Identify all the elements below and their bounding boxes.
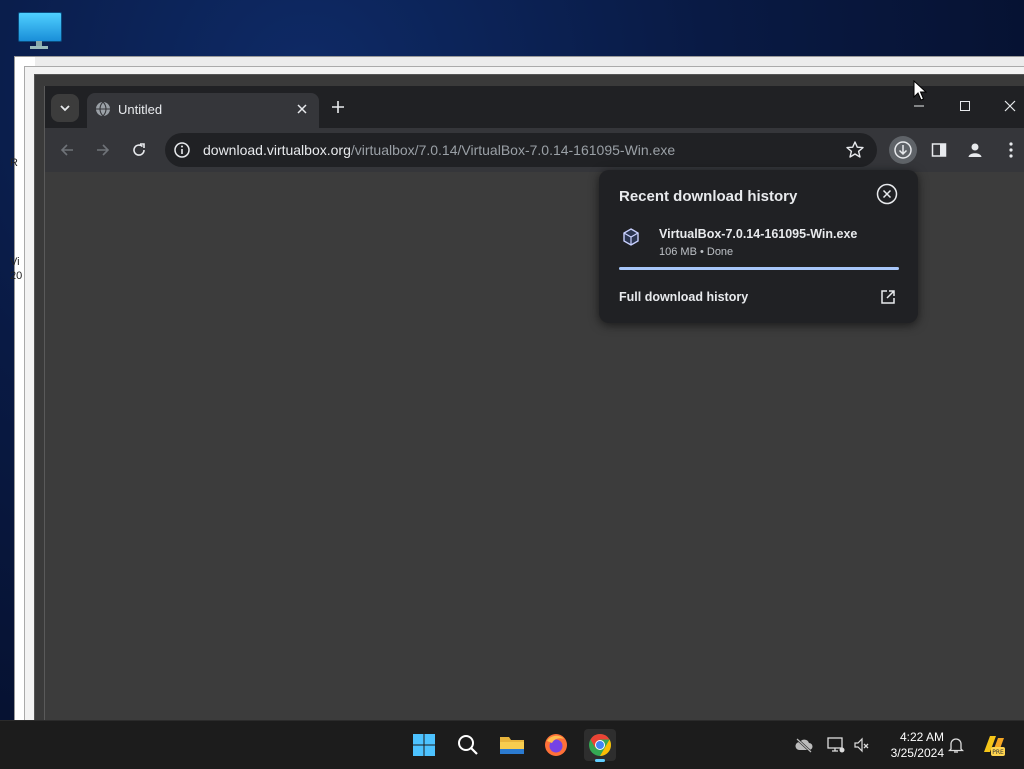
full-download-history-link[interactable]: Full download history (619, 290, 748, 304)
background-text-fragment: R (10, 157, 18, 169)
maximize-icon (960, 101, 970, 111)
virtualbox-file-icon (623, 228, 639, 246)
new-tab-button[interactable] (327, 96, 349, 118)
active-app-indicator (595, 759, 605, 762)
folder-icon (500, 737, 524, 754)
download-progress-bar (619, 267, 899, 270)
close-bubble-icon[interactable] (876, 183, 898, 205)
chrome-button[interactable] (584, 729, 616, 762)
reload-icon (133, 143, 145, 156)
side-panel-button[interactable] (925, 136, 953, 164)
back-button[interactable] (53, 136, 81, 164)
open-external-icon[interactable] (879, 288, 897, 306)
volume-muted-icon[interactable] (852, 735, 872, 755)
title-bar: Untitled (45, 86, 1024, 128)
chrome-icon (589, 734, 611, 756)
search-icon (458, 735, 478, 755)
this-pc-icon[interactable] (18, 10, 62, 50)
downloads-button[interactable] (889, 136, 917, 164)
close-icon (1004, 100, 1016, 112)
close-window-button[interactable] (987, 90, 1024, 122)
side-panel-icon (931, 143, 947, 157)
system-clock[interactable]: 4:22 AM 3/25/2024 (882, 729, 944, 761)
network-icon[interactable] (826, 735, 846, 755)
search-button[interactable] (452, 729, 484, 761)
url-text[interactable]: download.virtualbox.org/virtualbox/7.0.1… (203, 142, 675, 158)
more-vertical-icon (1009, 142, 1013, 158)
tab-search-button[interactable] (51, 94, 79, 122)
reload-button[interactable] (125, 136, 153, 164)
copilot-pre-icon[interactable]: PRE (980, 732, 1006, 758)
background-text-fragment: 20 (10, 270, 23, 282)
bell-icon (948, 738, 964, 753)
toolbar: download.virtualbox.org/virtualbox/7.0.1… (45, 128, 1024, 173)
svg-text:PRE: PRE (992, 749, 1004, 756)
mouse-cursor-icon (913, 80, 927, 101)
download-filename[interactable]: VirtualBox-7.0.14-161095-Win.exe (659, 227, 857, 241)
onedrive-offline-icon[interactable] (794, 735, 814, 755)
download-icon (894, 141, 912, 159)
taskbar: 4:22 AM 3/25/2024 PRE (0, 720, 1024, 769)
download-progress-fill (619, 267, 899, 270)
windows-logo-icon (413, 734, 435, 756)
url-path: /virtualbox/7.0.14/VirtualBox-7.0.14-161… (350, 142, 676, 158)
arrow-left-icon (60, 144, 73, 156)
forward-button[interactable] (89, 136, 117, 164)
maximize-button[interactable] (942, 90, 988, 122)
firefox-button[interactable] (540, 729, 572, 761)
download-status: 106 MB • Done (659, 246, 734, 258)
clock-time: 4:22 AM (899, 730, 944, 744)
download-bubble: Recent download history VirtualBox-7.0.1… (599, 170, 918, 323)
firefox-icon (545, 734, 567, 756)
plus-icon (332, 101, 344, 113)
menu-button[interactable] (997, 136, 1024, 164)
address-bar[interactable]: download.virtualbox.org/virtualbox/7.0.1… (165, 133, 877, 167)
close-icon (297, 104, 307, 114)
start-button[interactable] (408, 729, 440, 761)
tab-close-button[interactable] (293, 100, 311, 118)
background-text-fragment: Vi (10, 256, 20, 268)
download-bubble-heading: Recent download history (619, 188, 798, 205)
file-explorer-button[interactable] (496, 729, 528, 761)
notifications-button[interactable] (946, 735, 966, 755)
site-info-icon[interactable] (173, 141, 191, 159)
profile-button[interactable] (961, 136, 989, 164)
chevron-down-icon (60, 105, 70, 112)
bookmark-star-icon[interactable] (845, 140, 865, 160)
profile-icon (968, 143, 982, 157)
tab-title: Untitled (118, 102, 163, 117)
tab-untitled[interactable]: Untitled (87, 93, 319, 128)
clock-date: 3/25/2024 (890, 746, 944, 760)
globe-icon (96, 101, 110, 117)
url-host: download.virtualbox.org (203, 142, 351, 158)
arrow-right-icon (97, 144, 110, 156)
